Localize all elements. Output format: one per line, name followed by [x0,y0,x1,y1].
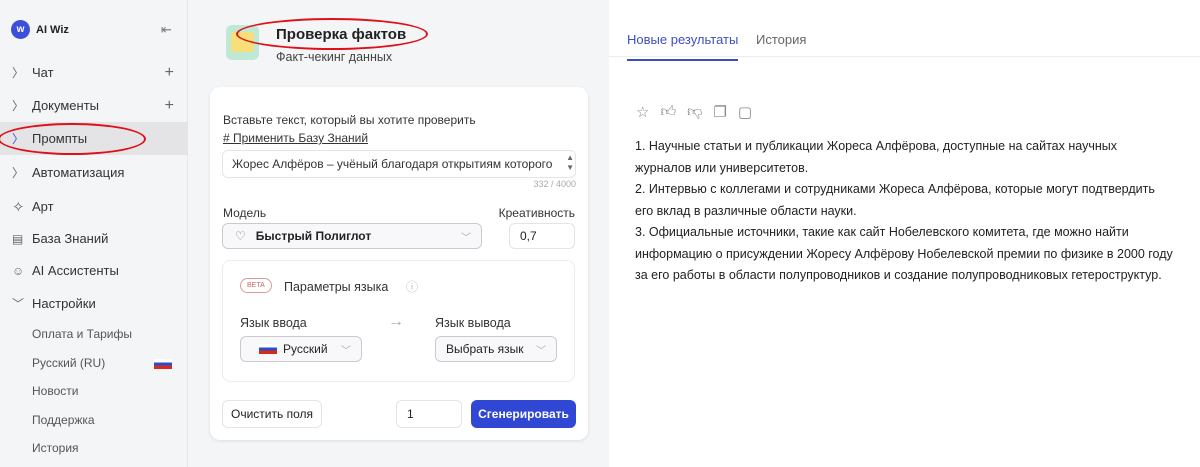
russia-flag-icon [154,359,172,369]
output-count-input[interactable]: 1 [396,400,462,428]
sidebar-item-label: Документы [32,98,100,113]
sparkle-icon: ✧ [12,198,25,216]
add-chat-icon[interactable]: + [165,64,174,82]
fact-text-input[interactable]: Жорес Алфёров – учёный благодаря открыти… [222,150,576,178]
chevron-down-icon: ﹀ [12,297,25,311]
logo-icon: w [11,20,30,39]
results-tabs: Новые результаты История [609,0,1200,61]
sidebar-item-label: Автоматизация [32,165,125,180]
result-line: 3. Официальные источники, такие как сайт… [635,225,1173,282]
input-language-value: Русский [283,342,328,356]
sidebar-item-chat[interactable]: 〉 Чат + [0,56,188,89]
prompt-label: Вставьте текст, который вы хотите провер… [223,113,476,127]
sidebar-item-label: Настройки [32,296,96,311]
sidebar-subitem-billing[interactable]: Оплата и Тарифы [32,327,132,341]
result-actions: ☆ 👍︎ 👎︎ ❐ ▢ [636,103,752,121]
model-value: Быстрый Полиглот [255,229,372,243]
model-label: Модель [223,206,267,220]
add-document-icon[interactable]: + [165,97,174,115]
chevron-right-icon: 〉 [12,166,25,180]
char-count: 332 / 4000 [533,179,576,189]
chevron-down-icon: ﹀ [461,232,471,244]
sidebar-subitem-language[interactable]: Русский (RU) [32,356,172,370]
russia-flag-icon [259,344,277,354]
chevron-down-icon: ﹀ [341,345,351,357]
input-language-label: Язык ввода [240,316,307,330]
sidebar-item-label: AI Ассистенты [32,263,119,278]
output-language-select[interactable]: Выбрать язык ﹀ [435,336,557,362]
result-line: 2. Интервью с коллегами и сотрудниками Ж… [635,182,1155,218]
chevron-right-icon: 〉 [12,99,25,113]
sidebar-item-automation[interactable]: 〉 Автоматизация [0,156,188,189]
language-label: Русский (RU) [32,356,106,370]
result-line: 1. Научные статьи и публикации Жореса Ал… [635,139,1117,175]
robot-icon: ☺ [12,263,25,278]
chevron-right-icon: 〉 [12,132,25,146]
input-language-select[interactable]: Русский ﹀ [240,336,362,362]
sidebar-item-label: Чат [32,65,54,80]
creativity-input[interactable]: 0,7 [509,223,575,249]
info-icon[interactable]: ⓘ [406,278,418,295]
copy-icon[interactable]: ❐ [713,103,726,121]
lightbulb-icon: ♡ [235,229,246,243]
tool-title: Проверка фактов [276,26,407,43]
sidebar-item-settings[interactable]: ﹀ Настройки [0,287,188,320]
chevron-down-icon: ﹀ [536,345,546,357]
sidebar-item-ai-assistants[interactable]: ☺ AI Ассистенты [0,254,188,287]
sidebar-item-knowledge-base[interactable]: ▤ База Знаний [0,222,188,255]
arrow-right-icon: → [388,313,404,330]
beta-badge: BETA [240,278,272,293]
model-select[interactable]: ♡ Быстрый Полиглот ﹀ [222,223,482,249]
tab-history[interactable]: История [756,32,806,47]
brand-name: AI Wiz [36,23,69,36]
sidebar: w AI Wiz ⇤ 〉 Чат + 〉 Документы + 〉 Промпты 〉 Ав… [0,0,188,467]
sidebar-subitem-support[interactable]: Поддержка [32,413,95,427]
checklist-calendar-icon [226,25,259,60]
output-language-label: Язык вывода [435,316,511,330]
thumbs-up-icon[interactable]: 👍︎ [660,103,676,121]
chevron-right-icon: 〉 [12,66,25,80]
sidebar-item-label: База Знаний [32,231,109,246]
language-settings: BETA Параметры языка ⓘ Язык ввода → Язык… [222,260,575,382]
logo[interactable]: w AI Wiz [11,20,69,39]
tool-subtitle: Факт-чекинг данных [276,50,393,64]
star-icon[interactable]: ☆ [636,103,649,121]
sidebar-subitem-history[interactable]: История [32,441,79,455]
results-panel: Новые результаты История ☆ 👍︎ 👎︎ ❐ ▢ 1. … [609,0,1200,467]
book-icon: ▤ [12,231,24,246]
form-card: Вставьте текст, который вы хотите провер… [210,87,588,440]
note-icon[interactable]: ▢ [738,103,752,121]
sidebar-subitem-news[interactable]: Новости [32,384,78,398]
textarea-scrollbar[interactable]: ▲ ▼ [566,153,574,173]
sidebar-item-prompts[interactable]: 〉 Промпты [0,122,188,155]
collapse-sidebar-icon[interactable]: ⇤ [161,22,172,38]
sidebar-item-label: Арт [32,199,54,214]
creativity-label: Креативность [498,206,575,220]
thumbs-down-icon[interactable]: 👎︎ [687,103,702,121]
sidebar-item-label: Промпты [32,131,88,146]
sidebar-item-art[interactable]: ✧ Арт [0,190,188,223]
tab-new-results[interactable]: Новые результаты [627,32,739,61]
result-text: 1. Научные статьи и публикации Жореса Ал… [635,136,1175,287]
output-language-value: Выбрать язык [446,342,524,356]
sidebar-item-documents[interactable]: 〉 Документы + [0,89,188,122]
clear-fields-button[interactable]: Очистить поля [222,400,322,428]
language-settings-title: Параметры языка [284,280,389,294]
apply-knowledge-base-link[interactable]: # Применить Базу Знаний [223,131,368,145]
generate-button[interactable]: Сгенерировать [471,400,576,428]
